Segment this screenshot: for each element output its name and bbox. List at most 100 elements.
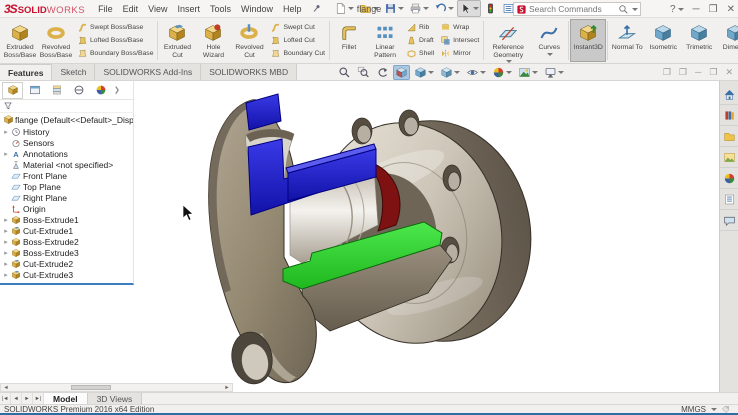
tab-features[interactable]: Features bbox=[0, 64, 52, 80]
tree-item-cut-extrude1[interactable]: ▸Cut-Extrude1 bbox=[0, 225, 133, 236]
zoom-to-fit-button[interactable] bbox=[336, 65, 353, 80]
doc-close-icon[interactable]: ✕ bbox=[725, 67, 733, 78]
menu-view[interactable]: View bbox=[143, 2, 172, 16]
expand-arrow-icon[interactable]: ▸ bbox=[2, 271, 10, 279]
expand-arrow-icon[interactable]: ▸ bbox=[2, 238, 10, 246]
displaymanager-tab[interactable] bbox=[90, 82, 111, 99]
tree-item-front-plane[interactable]: Front Plane bbox=[0, 170, 133, 181]
revolved-boss-base-button[interactable]: Revolved Boss/Base bbox=[38, 19, 74, 62]
horizontal-scrollbar[interactable]: ◄ ► bbox=[0, 383, 233, 392]
tree-item-material-not-specified[interactable]: Material <not specified> bbox=[0, 159, 133, 170]
swept-boss-base-button[interactable]: Swept Boss/Base bbox=[77, 22, 153, 33]
tab-solidworks-mbd[interactable]: SOLIDWORKS MBD bbox=[201, 64, 297, 80]
normal-to-button[interactable]: Normal To bbox=[609, 19, 645, 62]
scroll-left-icon[interactable]: ◄ bbox=[1, 384, 11, 391]
intersect-button[interactable]: Intersect bbox=[440, 35, 479, 46]
tree-item-top-plane[interactable]: Top Plane bbox=[0, 181, 133, 192]
design-library-tab[interactable] bbox=[720, 105, 738, 126]
revolved-cut-button[interactable]: Revolved Cut bbox=[231, 19, 267, 62]
tree-item-sensors[interactable]: Sensors bbox=[0, 137, 133, 148]
zoom-to-area-button[interactable] bbox=[355, 65, 372, 80]
help-button[interactable]: ? bbox=[670, 4, 684, 15]
first-tab-icon[interactable]: |◄ bbox=[0, 393, 11, 404]
hide-show-items-button[interactable] bbox=[464, 65, 488, 80]
expand-arrow-icon[interactable]: ▸ bbox=[2, 227, 10, 235]
previous-view-button[interactable] bbox=[374, 65, 391, 80]
view-settings-button[interactable] bbox=[542, 65, 566, 80]
view-palette-tab[interactable] bbox=[720, 147, 738, 168]
undo-button[interactable] bbox=[432, 0, 456, 17]
tab-sketch[interactable]: Sketch bbox=[52, 64, 95, 80]
display-style-button[interactable] bbox=[438, 65, 462, 80]
lofted-cut-button[interactable]: Lofted Cut bbox=[270, 35, 325, 46]
expand-arrow-icon[interactable]: ▸ bbox=[2, 128, 10, 136]
tab-solidworks-add-ins[interactable]: SOLIDWORKS Add-Ins bbox=[95, 64, 201, 80]
trimetric-button[interactable]: Trimetric bbox=[681, 19, 717, 62]
custom-properties-tab[interactable] bbox=[720, 189, 738, 210]
last-tab-icon[interactable]: ►| bbox=[33, 393, 44, 404]
featuremanager-tab[interactable] bbox=[2, 82, 23, 99]
lofted-boss-base-button[interactable]: Lofted Boss/Base bbox=[77, 35, 153, 46]
scroll-right-icon[interactable]: ► bbox=[222, 384, 232, 391]
close-button[interactable]: ✕ bbox=[727, 4, 735, 15]
configurationmanager-tab[interactable] bbox=[46, 82, 67, 99]
wrap-button[interactable]: Wrap bbox=[440, 22, 479, 33]
doc-restore-icon[interactable]: ❐ bbox=[709, 67, 717, 78]
save-button[interactable] bbox=[382, 0, 406, 17]
prev-tab-icon[interactable]: ◄ bbox=[11, 393, 22, 404]
search-caret-icon[interactable] bbox=[632, 8, 638, 11]
tree-item-annotations[interactable]: ▸AAnnotations bbox=[0, 148, 133, 159]
linear-pattern-button[interactable]: Linear Pattern bbox=[367, 19, 403, 62]
tab-3d-views[interactable]: 3D Views bbox=[88, 393, 143, 404]
view-orientation-button[interactable] bbox=[412, 65, 436, 80]
doc-minimize-icon[interactable]: ─ bbox=[695, 67, 701, 77]
curves-button[interactable]: Curves bbox=[531, 19, 567, 62]
edit-appearance-button[interactable] bbox=[490, 65, 514, 80]
propertymanager-tab[interactable] bbox=[24, 82, 45, 99]
tree-item-right-plane[interactable]: Right Plane bbox=[0, 192, 133, 203]
instant3d-button[interactable]: Instant3D bbox=[570, 19, 606, 62]
menu-edit[interactable]: Edit bbox=[118, 2, 144, 16]
scroll-thumb[interactable] bbox=[71, 385, 111, 390]
tree-item-history[interactable]: ▸History bbox=[0, 126, 133, 137]
new-button[interactable] bbox=[332, 0, 356, 17]
manager-tabs-overflow-icon[interactable]: ❯ bbox=[114, 86, 120, 94]
home-tab[interactable] bbox=[720, 84, 738, 105]
restore-button[interactable]: ❐ bbox=[709, 4, 718, 15]
rib-button[interactable]: Rib bbox=[406, 22, 434, 33]
mirror-button[interactable]: Mirror bbox=[440, 48, 479, 59]
pin-icon[interactable] bbox=[311, 3, 322, 14]
tree-item-boss-extrude3[interactable]: ▸Boss-Extrude3 bbox=[0, 247, 133, 258]
search-icon[interactable] bbox=[618, 4, 629, 15]
expand-arrow-icon[interactable]: ▸ bbox=[2, 150, 10, 158]
expand-arrow-icon[interactable]: ▸ bbox=[2, 216, 10, 224]
doc-float-icon[interactable]: ❐ bbox=[679, 67, 687, 78]
menu-tools[interactable]: Tools bbox=[205, 2, 236, 16]
menu-help[interactable]: Help bbox=[278, 2, 307, 16]
tree-item-cut-extrude2[interactable]: ▸Cut-Extrude2 bbox=[0, 258, 133, 269]
units-selector[interactable]: MMGS bbox=[681, 405, 730, 414]
minimize-button[interactable]: ─ bbox=[693, 4, 700, 15]
expand-arrow-icon[interactable]: ▸ bbox=[2, 249, 10, 257]
isometric-button[interactable]: Isometric bbox=[645, 19, 681, 62]
extruded-cut-button[interactable]: Extruded Cut bbox=[159, 19, 195, 62]
extruded-boss-base-button[interactable]: Extruded Boss/Base bbox=[2, 19, 38, 62]
print-button[interactable] bbox=[407, 0, 431, 17]
tree-item-boss-extrude2[interactable]: ▸Boss-Extrude2 bbox=[0, 236, 133, 247]
draft-button[interactable]: Draft bbox=[406, 35, 434, 46]
section-view-button[interactable] bbox=[393, 65, 410, 80]
tree-item-boss-extrude1[interactable]: ▸Boss-Extrude1 bbox=[0, 214, 133, 225]
hole-wizard-button[interactable]: Hole Wizard bbox=[195, 19, 231, 62]
appearances-scenes-tab[interactable] bbox=[720, 168, 738, 189]
file-explorer-tab[interactable] bbox=[720, 126, 738, 147]
doc-pane-icon[interactable]: ❐ bbox=[663, 67, 671, 78]
graphics-area[interactable]: ❯ flange (Default<<Default>_Displa ▸Hist… bbox=[0, 81, 738, 392]
search-input[interactable] bbox=[529, 4, 616, 14]
fillet-button[interactable]: Fillet bbox=[331, 19, 367, 62]
search-box[interactable] bbox=[513, 2, 641, 16]
menu-window[interactable]: Window bbox=[236, 2, 278, 16]
next-tab-icon[interactable]: ► bbox=[22, 393, 33, 404]
expand-arrow-icon[interactable]: ▸ bbox=[2, 260, 10, 268]
reference-geometry-button[interactable]: Reference Geometry bbox=[485, 19, 531, 62]
filter-funnel-icon[interactable] bbox=[3, 101, 13, 111]
